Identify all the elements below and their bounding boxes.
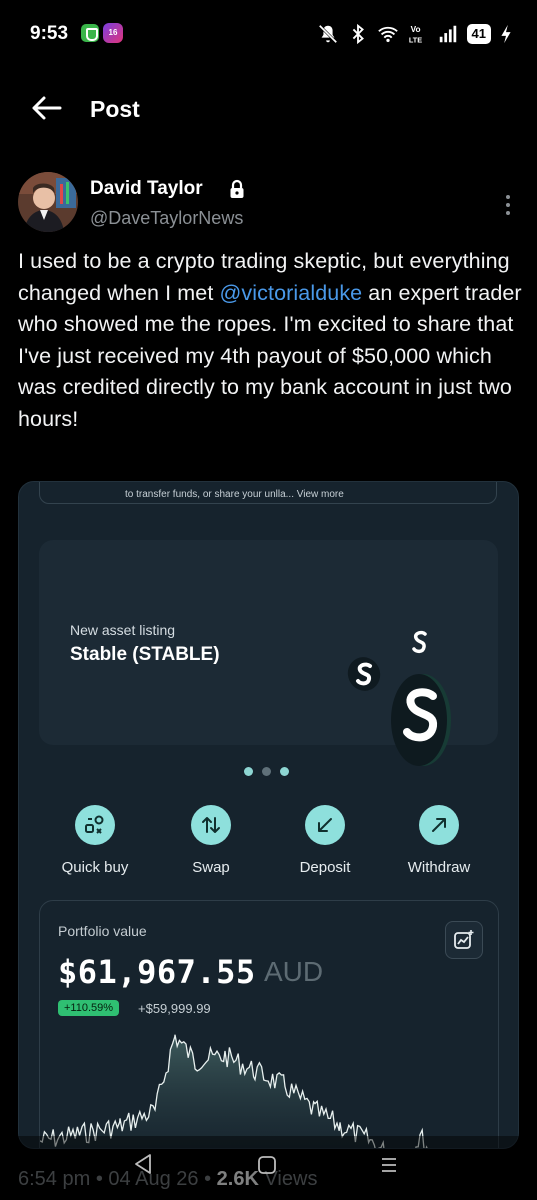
status-icons: Vo LTE 41 bbox=[317, 22, 513, 46]
chart-toggle-button[interactable] bbox=[445, 921, 483, 959]
battery-icon: 41 bbox=[466, 24, 491, 44]
lock-icon bbox=[230, 179, 244, 198]
nav-back-icon[interactable] bbox=[132, 1152, 154, 1176]
swap-icon bbox=[202, 817, 220, 833]
bluetooth-icon bbox=[352, 23, 364, 45]
chart-sparkle-icon bbox=[454, 930, 474, 949]
stable-coin-icon bbox=[412, 630, 427, 654]
mention-link[interactable]: @victorialduke bbox=[220, 281, 363, 305]
deposit-icon bbox=[318, 818, 332, 832]
change-percent-badge: +110.59% bbox=[58, 1000, 120, 1016]
carousel-dot[interactable] bbox=[280, 767, 289, 776]
withdraw-icon bbox=[432, 818, 446, 832]
deposit-label: Deposit bbox=[299, 859, 351, 876]
carousel-dot[interactable] bbox=[244, 767, 253, 776]
promo-banner: New asset listing Stable (STABLE) bbox=[39, 540, 498, 766]
signal-icon bbox=[439, 25, 456, 43]
change-amount: +$59,999.99 bbox=[138, 1001, 211, 1016]
arrow-left-icon[interactable] bbox=[30, 94, 62, 122]
withdraw-button[interactable]: Withdraw bbox=[389, 805, 489, 876]
quick-buy-label: Quick buy bbox=[61, 859, 129, 876]
banner-title: Stable (STABLE) bbox=[70, 644, 220, 665]
author-handle[interactable]: @DaveTaylorNews bbox=[90, 208, 243, 229]
quick-buy-icon bbox=[85, 815, 104, 834]
deposit-button[interactable]: Deposit bbox=[275, 805, 375, 876]
carousel-dot[interactable] bbox=[262, 767, 271, 776]
notice-text: to transfer funds, or share your unlla..… bbox=[125, 489, 344, 500]
banner-subtitle: New asset listing bbox=[70, 622, 176, 638]
withdraw-label: Withdraw bbox=[407, 859, 471, 876]
quick-buy-button[interactable]: Quick buy bbox=[45, 805, 145, 876]
portfolio-value: $61,967.55 bbox=[58, 953, 256, 991]
post-image[interactable]: to transfer funds, or share your unlla..… bbox=[18, 481, 519, 1149]
svg-text:LTE: LTE bbox=[408, 35, 421, 44]
stable-coin-icon bbox=[347, 657, 381, 691]
status-bar: 9:53 16 Vo LTE 41 bbox=[0, 0, 537, 68]
app-badge-icon: 16 bbox=[103, 23, 123, 43]
system-nav-bar bbox=[0, 1136, 537, 1200]
charging-icon bbox=[501, 24, 511, 44]
portfolio-sparkline bbox=[40, 1034, 428, 1148]
nav-home-icon[interactable] bbox=[257, 1155, 277, 1175]
swap-label: Swap bbox=[192, 859, 230, 876]
status-time: 9:53 bbox=[30, 23, 69, 44]
volte-icon: VoLTE bbox=[408, 25, 421, 44]
wifi-icon bbox=[377, 26, 398, 43]
swap-button[interactable]: Swap bbox=[161, 805, 261, 876]
portfolio-label: Portfolio value bbox=[58, 923, 147, 939]
top-bar: Post bbox=[0, 80, 537, 136]
nav-recents-icon[interactable] bbox=[378, 1154, 400, 1176]
shield-app-icon bbox=[81, 24, 99, 42]
mute-bell-icon bbox=[318, 24, 337, 44]
portfolio-card: Portfolio value $61,967.55 AUD +110.59% … bbox=[39, 900, 499, 1148]
author-name[interactable]: David Taylor bbox=[90, 178, 203, 200]
post-text: I used to be a crypto trading skeptic, b… bbox=[18, 246, 523, 435]
avatar[interactable] bbox=[18, 172, 78, 232]
notice-card: to transfer funds, or share your unlla..… bbox=[39, 482, 497, 504]
more-options-icon[interactable] bbox=[500, 190, 516, 220]
portfolio-currency: AUD bbox=[264, 956, 324, 987]
page-title: Post bbox=[90, 96, 140, 122]
stable-coin-icon bbox=[391, 674, 451, 766]
carousel-dots bbox=[244, 767, 289, 776]
svg-text:Vo: Vo bbox=[410, 25, 420, 34]
